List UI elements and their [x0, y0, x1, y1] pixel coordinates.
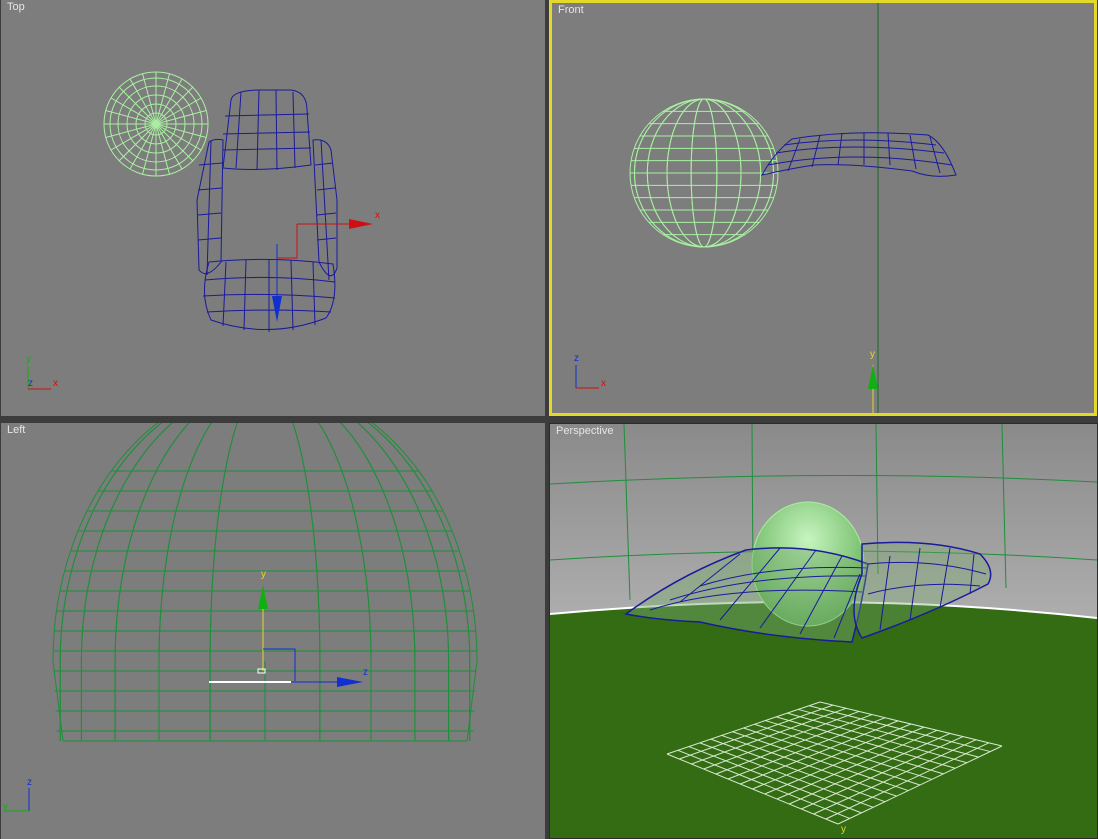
viewport-top-canvas[interactable]: x y x z: [1, 0, 545, 416]
axis-label-y: y: [841, 824, 846, 835]
svg-text:y: y: [261, 569, 266, 580]
svg-text:y: y: [26, 354, 31, 365]
viewport-perspective-canvas[interactable]: y: [550, 424, 1097, 838]
svg-text:x: x: [375, 210, 380, 221]
svg-text:z: z: [574, 353, 579, 364]
cushion-wireframe[interactable]: [761, 132, 957, 177]
viewport-label-perspective[interactable]: Perspective: [556, 425, 613, 437]
sphere-wireframe[interactable]: [103, 71, 209, 177]
transform-gizmo[interactable]: y: [868, 349, 878, 413]
axis-tripod: z x: [574, 353, 606, 389]
viewport-perspective[interactable]: Perspective y: [549, 423, 1098, 839]
svg-text:z: z: [27, 777, 32, 788]
svg-text:y: y: [870, 349, 875, 360]
viewport-top[interactable]: Top x y x z: [1, 0, 545, 416]
viewport-label-front[interactable]: Front: [558, 4, 584, 16]
svg-text:z: z: [363, 667, 368, 678]
viewport-label-top[interactable]: Top: [7, 1, 25, 13]
viewport-left-canvas[interactable]: y z z y: [1, 423, 545, 839]
svg-text:x: x: [601, 378, 606, 389]
svg-text:z: z: [28, 378, 33, 389]
transform-gizmo[interactable]: y z: [209, 569, 368, 687]
viewport-front-canvas[interactable]: y z x: [552, 3, 1094, 413]
dome-wireframe[interactable]: [52, 423, 478, 742]
cushion-wireframe[interactable]: [196, 89, 338, 332]
svg-text:y: y: [3, 801, 8, 812]
viewport-left[interactable]: Left y z z y: [1, 423, 545, 839]
viewport-front[interactable]: Front y z x: [549, 0, 1097, 416]
viewport-label-left[interactable]: Left: [7, 424, 25, 436]
axis-tripod: y x z: [26, 354, 58, 390]
sphere-wireframe[interactable]: [629, 98, 779, 248]
axis-tripod: z y: [3, 777, 32, 812]
svg-text:x: x: [53, 378, 58, 389]
